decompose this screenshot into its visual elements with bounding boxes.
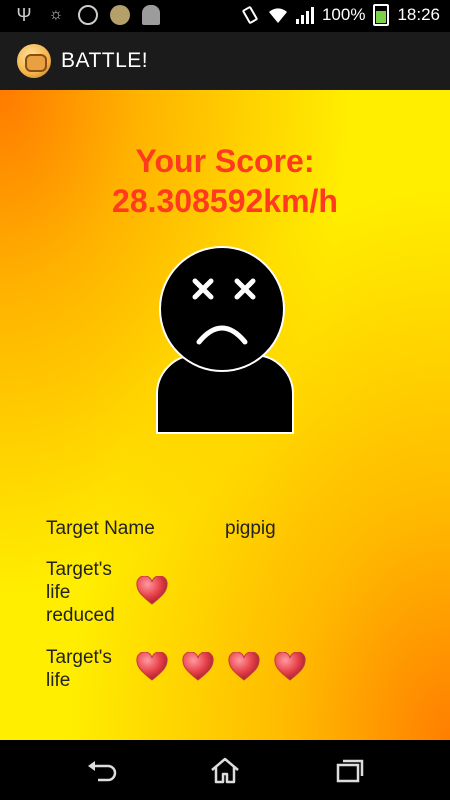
battle-screen: Your Score: 28.308592km/h Target Name pi…	[0, 90, 450, 740]
signal-icon	[295, 6, 314, 24]
vibrate-icon	[242, 6, 258, 24]
life-reduced-label: Target's life reduced	[46, 559, 115, 626]
lightbulb-icon: ☼	[48, 6, 64, 23]
coin-app-icon	[110, 5, 130, 25]
home-button-icon[interactable]	[208, 754, 242, 786]
whatsapp-icon	[78, 5, 98, 25]
battery-percent: 100%	[321, 5, 366, 24]
recent-apps-button-icon[interactable]	[333, 754, 367, 786]
android-icon	[142, 5, 160, 25]
back-button-icon[interactable]	[84, 754, 118, 786]
target-name-label: Target Name	[46, 518, 155, 539]
clock: 18:26	[397, 5, 440, 24]
fist-app-icon[interactable]	[17, 44, 51, 78]
page-title: BATTLE!	[61, 49, 149, 72]
system-icons: 100% 18:26	[240, 4, 440, 26]
status-bar: Ψ ☼ 100% 18:26	[0, 0, 450, 32]
navigation-bar	[0, 740, 450, 800]
heart-icon	[136, 575, 168, 606]
score-label: Your Score:	[135, 143, 315, 179]
action-bar: BATTLE!	[0, 32, 450, 90]
battery-icon	[373, 4, 390, 26]
heart-icon	[136, 651, 168, 682]
score-value: 28.308592km/h	[112, 183, 338, 219]
usb-icon: Ψ	[16, 5, 32, 25]
target-name-value: pigpig	[225, 518, 276, 539]
heart-icon	[274, 651, 306, 682]
heart-icon	[228, 651, 260, 682]
wifi-icon	[268, 8, 287, 23]
notification-icons: Ψ ☼	[14, 5, 160, 25]
target-life-label: Target's life	[46, 647, 112, 691]
defeated-avatar	[155, 246, 295, 436]
dead-face-icon	[192, 278, 256, 345]
heart-icon	[182, 651, 214, 682]
